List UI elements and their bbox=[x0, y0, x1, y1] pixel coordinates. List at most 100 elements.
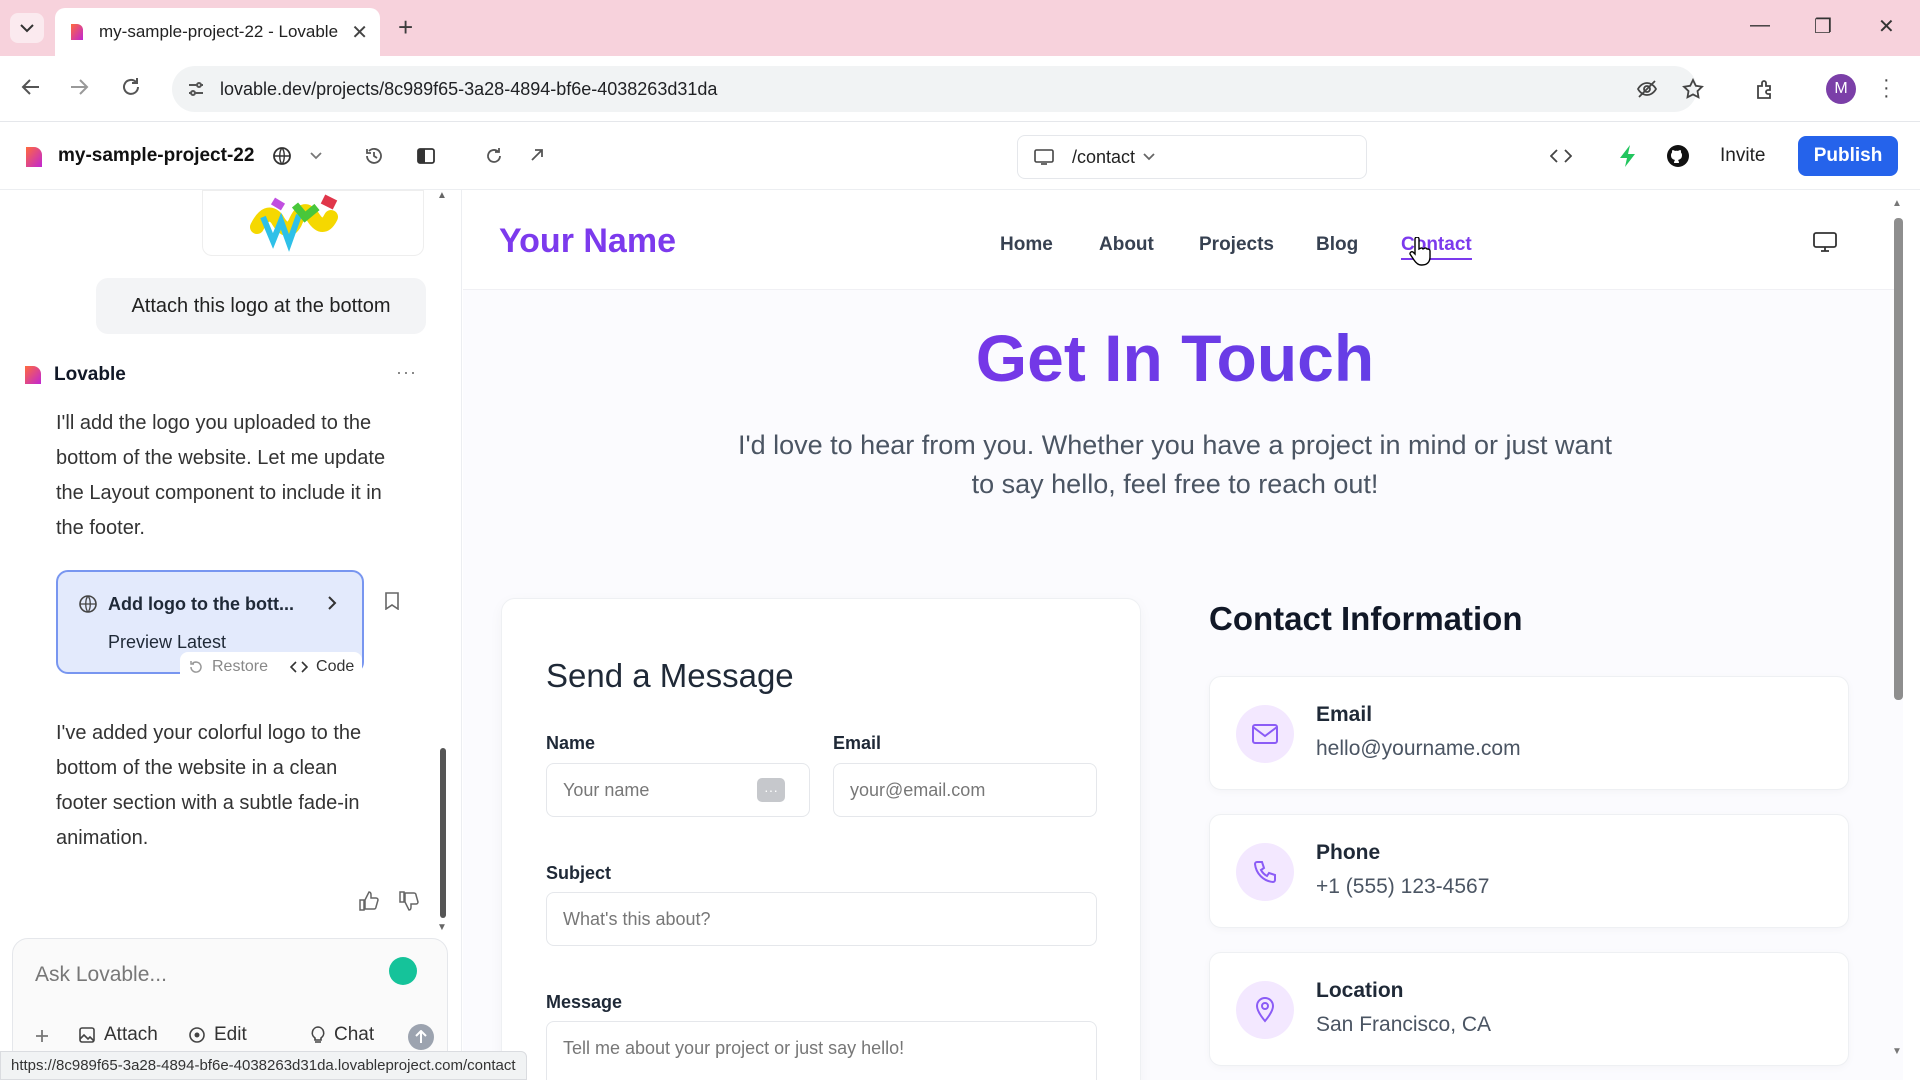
code-label: Code bbox=[316, 658, 355, 675]
reload-icon[interactable] bbox=[120, 76, 142, 98]
chevron-down-icon[interactable] bbox=[310, 152, 322, 160]
chevron-right-icon[interactable] bbox=[326, 594, 338, 612]
browser-tab-bar: my-sample-project-22 - Lovable ✕ + — ❐ ✕ bbox=[0, 0, 1920, 56]
thumbs-up-icon[interactable] bbox=[358, 890, 380, 912]
contact-email-card: Email hello@yourname.com bbox=[1209, 676, 1849, 790]
toggle-sidebar-icon[interactable] bbox=[416, 146, 436, 166]
forward-icon[interactable] bbox=[68, 76, 90, 98]
email-input[interactable]: your@email.com bbox=[833, 763, 1097, 817]
chat-scroll-up-arrow[interactable]: ▲ bbox=[437, 190, 447, 201]
new-tab-button[interactable]: + bbox=[398, 14, 413, 40]
hero-title: Get In Touch bbox=[463, 320, 1887, 396]
edit-button[interactable]: Edit bbox=[188, 1024, 247, 1046]
message-label: Message bbox=[546, 992, 623, 1012]
address-bar[interactable]: lovable.dev/projects/8c989f65-3a28-4894-… bbox=[172, 66, 1697, 112]
message-options-icon[interactable]: ··· bbox=[396, 362, 417, 383]
user-message: Attach this logo at the bottom bbox=[96, 278, 426, 334]
nav-link-about[interactable]: About bbox=[1099, 234, 1154, 256]
refresh-preview-icon[interactable] bbox=[484, 146, 504, 166]
preview-scroll-up-arrow[interactable]: ▲ bbox=[1892, 198, 1902, 209]
restore-button[interactable]: Restore bbox=[188, 658, 268, 676]
lightbulb-icon bbox=[311, 1026, 325, 1043]
browser-menu-icon[interactable]: · · · bbox=[1883, 70, 1890, 106]
bot-message-line: I've added your colorful logo to the bbox=[56, 722, 362, 744]
eye-off-icon[interactable] bbox=[1636, 78, 1658, 100]
send-button[interactable] bbox=[408, 1024, 434, 1050]
chat-scrollbar[interactable] bbox=[440, 748, 446, 918]
history-icon[interactable] bbox=[364, 146, 384, 166]
uploaded-logo-image bbox=[250, 194, 338, 252]
contact-form-card: Send a Message Name Your name ··· Email … bbox=[501, 598, 1141, 1080]
chevron-down-icon bbox=[1143, 153, 1155, 161]
chat-panel: Attach this logo at the bottom Lovable ·… bbox=[0, 190, 462, 1080]
hero-lead: I'd love to hear from you. Whether you h… bbox=[701, 426, 1649, 504]
email-placeholder: your@email.com bbox=[850, 779, 986, 800]
chevron-down-icon bbox=[20, 24, 34, 33]
restore-icon bbox=[190, 661, 202, 673]
bot-header: Lovable bbox=[22, 364, 126, 386]
lovable-logo-icon[interactable] bbox=[22, 145, 46, 169]
thumbs-down-icon[interactable] bbox=[398, 890, 420, 912]
bot-message: I'll add the logo you uploaded to the bo… bbox=[56, 406, 426, 546]
attach-button[interactable]: Attach bbox=[78, 1024, 158, 1046]
nav-link-home[interactable]: Home bbox=[1000, 234, 1053, 256]
restore-window-icon[interactable]: ❐ bbox=[1814, 14, 1832, 39]
password-manager-icon[interactable]: ··· bbox=[757, 778, 785, 802]
composer-placeholder: Ask Lovable... bbox=[35, 963, 167, 986]
uploaded-logo-thumbnail[interactable] bbox=[202, 190, 424, 256]
preview-scroll-down-arrow[interactable]: ▼ bbox=[1892, 1046, 1902, 1057]
contact-location-label: Location bbox=[1316, 979, 1404, 1002]
subject-label: Subject bbox=[546, 863, 612, 883]
chat-mode-label: Chat bbox=[334, 1024, 375, 1045]
close-tab-icon[interactable]: ✕ bbox=[351, 20, 368, 45]
subject-placeholder: What's this about? bbox=[563, 908, 711, 929]
subject-input[interactable]: What's this about? bbox=[546, 892, 1097, 946]
tab-list-button[interactable] bbox=[10, 13, 44, 43]
invite-button[interactable]: Invite bbox=[1706, 136, 1779, 176]
open-external-icon[interactable] bbox=[528, 146, 546, 164]
chat-scroll-down-arrow[interactable]: ▼ bbox=[437, 922, 447, 933]
browser-tab-active[interactable]: my-sample-project-22 - Lovable ✕ bbox=[55, 8, 380, 56]
code-button[interactable]: Code bbox=[290, 658, 354, 676]
route-selector[interactable]: /contact bbox=[1017, 135, 1367, 179]
bot-message-line: the Layout component to include it in bbox=[56, 482, 382, 504]
github-icon[interactable] bbox=[1666, 144, 1690, 168]
contact-email-value[interactable]: hello@yourname.com bbox=[1316, 737, 1521, 761]
site-settings-icon[interactable] bbox=[186, 79, 206, 99]
lightning-icon[interactable] bbox=[1618, 144, 1638, 168]
nav-link-blog[interactable]: Blog bbox=[1316, 234, 1358, 256]
chat-mode-button[interactable]: Chat bbox=[310, 1024, 374, 1046]
plus-icon[interactable] bbox=[34, 1028, 50, 1044]
name-input[interactable]: Your name ··· bbox=[546, 763, 810, 817]
bookmark-icon[interactable] bbox=[384, 592, 400, 610]
url-text: lovable.dev/projects/8c989f65-3a28-4894-… bbox=[220, 78, 718, 99]
grammarly-icon[interactable] bbox=[389, 957, 417, 985]
code-view-icon[interactable] bbox=[1550, 148, 1572, 164]
route-path: /contact bbox=[1072, 146, 1136, 167]
hero-lead-line: I'd love to hear from you. Whether you h… bbox=[737, 430, 1613, 460]
code-icon bbox=[290, 661, 309, 673]
extensions-icon[interactable] bbox=[1754, 78, 1776, 100]
bookmark-star-icon[interactable] bbox=[1682, 78, 1704, 100]
image-icon bbox=[79, 1027, 95, 1043]
globe-settings-icon[interactable] bbox=[272, 146, 292, 166]
version-title: Add logo to the bott... bbox=[108, 594, 294, 614]
edit-label: Edit bbox=[214, 1024, 247, 1045]
back-icon[interactable] bbox=[20, 76, 42, 98]
attach-label: Attach bbox=[104, 1024, 158, 1045]
contact-phone-value[interactable]: +1 (555) 123-4567 bbox=[1316, 875, 1489, 899]
minimize-window-icon[interactable]: — bbox=[1750, 14, 1770, 37]
contact-phone-label: Phone bbox=[1316, 841, 1381, 864]
project-name[interactable]: my-sample-project-22 bbox=[58, 145, 254, 167]
nav-link-projects[interactable]: Projects bbox=[1199, 234, 1274, 256]
message-textarea[interactable]: Tell me about your project or just say h… bbox=[546, 1021, 1097, 1080]
profile-avatar[interactable]: M bbox=[1826, 74, 1856, 104]
publish-button[interactable]: Publish bbox=[1798, 136, 1898, 176]
monitor-icon[interactable] bbox=[1813, 232, 1837, 252]
tab-title: my-sample-project-22 - Lovable bbox=[99, 22, 339, 41]
preview-latest-label[interactable]: Preview Latest bbox=[108, 632, 226, 653]
message-placeholder: Tell me about your project or just say h… bbox=[563, 1038, 905, 1058]
close-window-icon[interactable]: ✕ bbox=[1878, 14, 1895, 39]
preview-scrollbar[interactable] bbox=[1894, 218, 1903, 700]
site-brand[interactable]: Your Name bbox=[499, 222, 676, 261]
